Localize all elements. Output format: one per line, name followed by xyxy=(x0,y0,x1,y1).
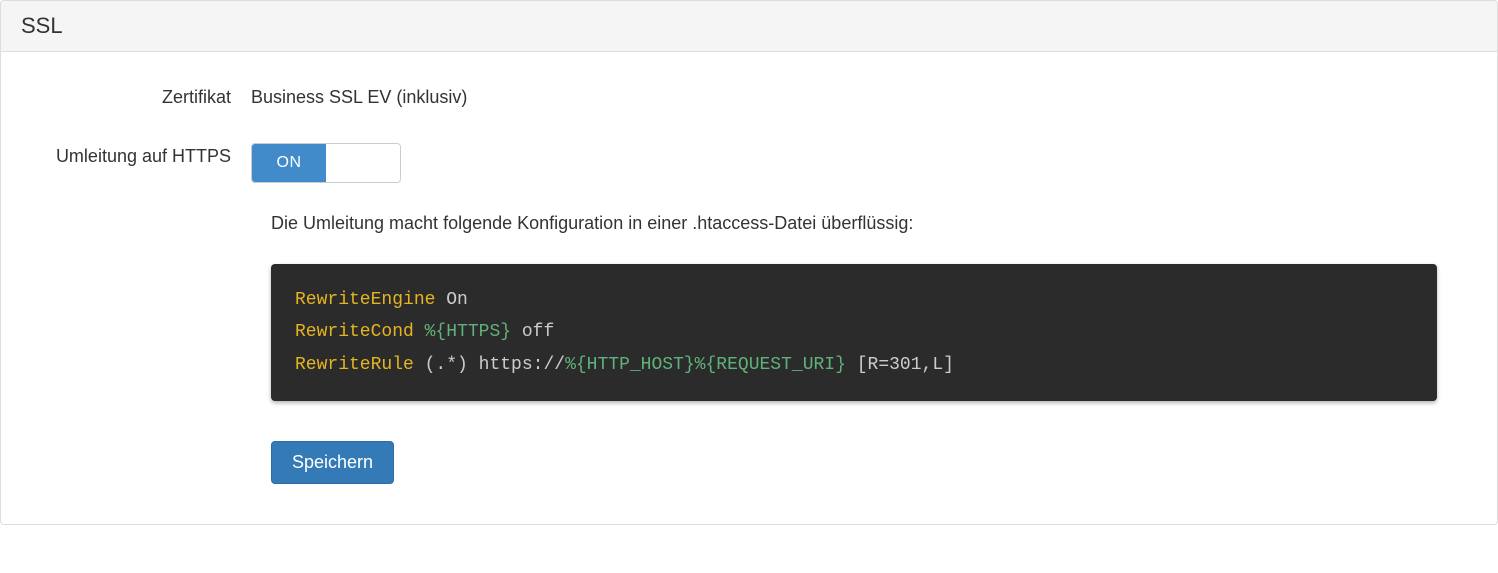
code-token: RewriteRule xyxy=(295,355,414,375)
https-redirect-toggle[interactable]: ON xyxy=(251,143,401,183)
code-token: %{HTTP_HOST}%{REQUEST_URI} xyxy=(565,355,846,375)
redirect-info-text: Die Umleitung macht folgende Konfigurati… xyxy=(271,213,1437,234)
code-token: [R=301,L] xyxy=(846,355,954,375)
code-token: (.*) https:// xyxy=(414,355,565,375)
htaccess-code-block: RewriteEngine On RewriteCond %{HTTPS} of… xyxy=(271,264,1437,401)
redirect-row: Umleitung auf HTTPS ON xyxy=(21,138,1477,183)
code-token: On xyxy=(435,290,467,310)
redirect-label: Umleitung auf HTTPS xyxy=(21,138,251,167)
panel-body: Zertifikat Business SSL EV (inklusiv) Um… xyxy=(1,52,1497,524)
certificate-label: Zertifikat xyxy=(21,82,251,108)
save-button[interactable]: Speichern xyxy=(271,441,394,484)
code-token: %{HTTPS} xyxy=(414,322,511,342)
certificate-value: Business SSL EV (inklusiv) xyxy=(251,82,1477,108)
toggle-on-label: ON xyxy=(252,144,326,182)
toggle-off-space xyxy=(326,144,400,182)
code-token: RewriteEngine xyxy=(295,290,435,310)
code-token: off xyxy=(511,322,554,342)
ssl-panel: SSL Zertifikat Business SSL EV (inklusiv… xyxy=(0,0,1498,525)
code-token: RewriteCond xyxy=(295,322,414,342)
panel-title: SSL xyxy=(1,1,1497,52)
certificate-row: Zertifikat Business SSL EV (inklusiv) xyxy=(21,82,1477,108)
